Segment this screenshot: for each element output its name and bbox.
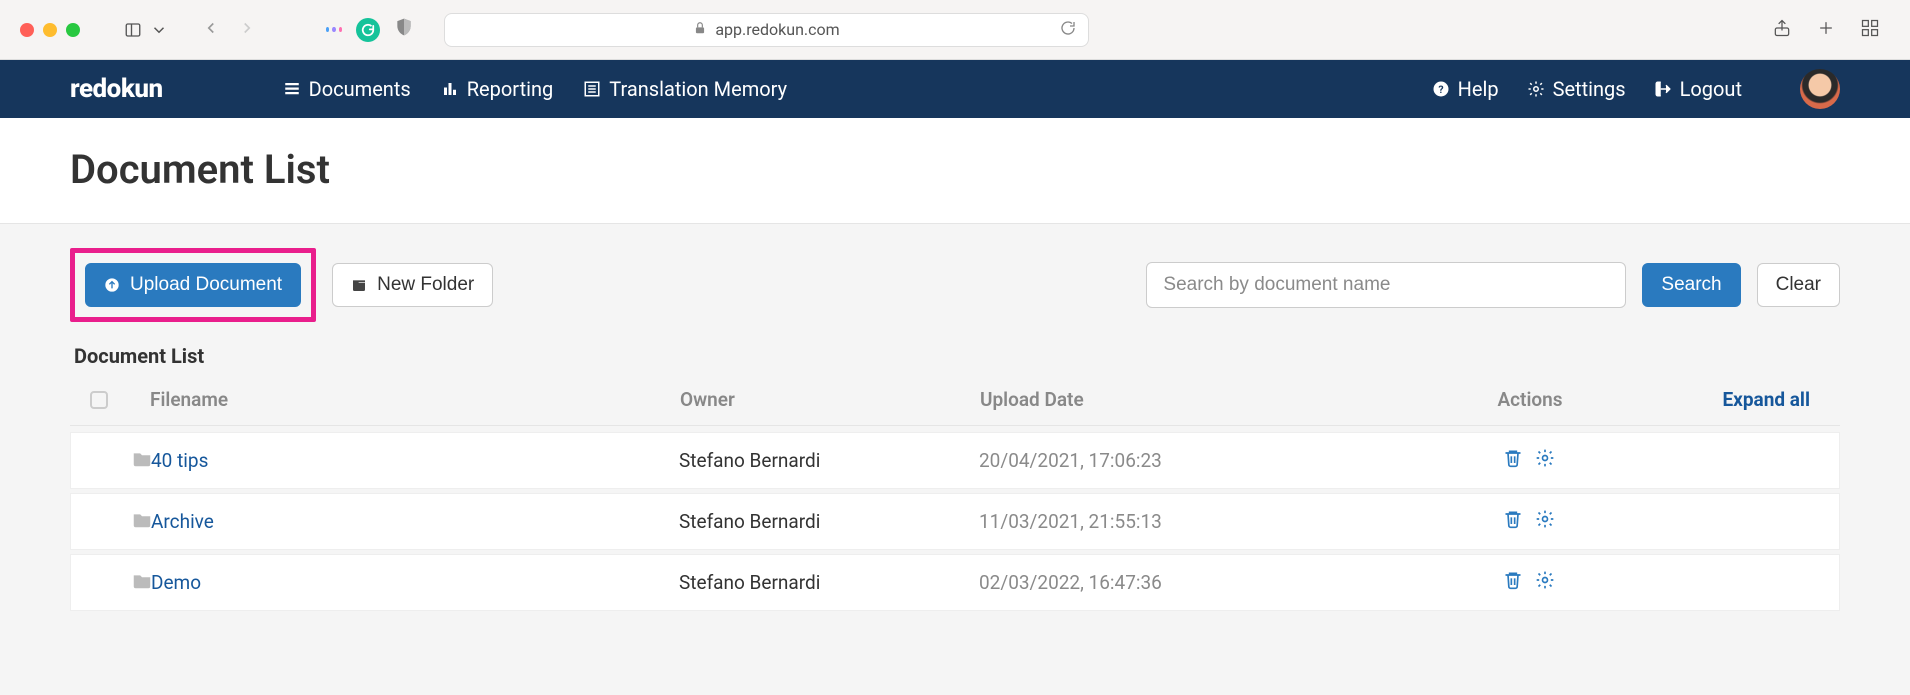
extension-dots-icon[interactable] [326, 22, 342, 38]
gear-icon[interactable] [1535, 509, 1555, 534]
page-header: Document List [0, 118, 1910, 223]
row-actions [1439, 509, 1619, 534]
nav-forward-icon[interactable] [238, 18, 256, 42]
nav-items: Documents Reporting Translation Memory [283, 77, 787, 101]
toolbar-area: Upload Document New Folder Search Clear … [0, 223, 1910, 621]
privacy-shield-icon[interactable] [394, 17, 414, 42]
traffic-lights [20, 23, 80, 37]
row-actions [1439, 448, 1619, 473]
avatar[interactable] [1800, 69, 1840, 109]
doc-table: Filename Owner Upload Date Actions Expan… [70, 374, 1840, 611]
search-button[interactable]: Search [1642, 263, 1740, 307]
window-minimize-icon[interactable] [43, 23, 57, 37]
upload-date-cell: 11/03/2021, 21:55:13 [979, 510, 1439, 533]
window-close-icon[interactable] [20, 23, 34, 37]
app-navbar: redokun Documents Reporting Translation … [0, 60, 1910, 118]
owner-cell: Stefano Bernardi [679, 571, 979, 594]
nav-documents-label: Documents [309, 77, 411, 101]
new-folder-label: New Folder [377, 274, 474, 296]
gear-icon[interactable] [1535, 570, 1555, 595]
upload-document-label: Upload Document [130, 274, 282, 296]
nav-reporting-label: Reporting [467, 77, 554, 101]
upload-date-cell: 20/04/2021, 17:06:23 [979, 449, 1439, 472]
nav-settings[interactable]: Settings [1527, 77, 1626, 101]
upload-highlight: Upload Document [70, 248, 316, 322]
nav-documents[interactable]: Documents [283, 77, 411, 101]
expand-all-link[interactable]: Expand all [1620, 388, 1820, 411]
sidebar-toggle-group [120, 17, 172, 43]
address-url: app.redokun.com [715, 20, 839, 39]
toolbar: Upload Document New Folder Search Clear [70, 248, 1840, 322]
address-bar[interactable]: app.redokun.com [444, 13, 1089, 47]
chrome-right-controls [1772, 18, 1890, 42]
grammarly-icon[interactable] [356, 18, 380, 42]
nav-logout[interactable]: Logout [1654, 77, 1742, 101]
nav-reporting[interactable]: Reporting [441, 77, 554, 101]
row-actions [1439, 570, 1619, 595]
nav-back-icon[interactable] [202, 18, 220, 42]
nav-settings-label: Settings [1553, 77, 1626, 101]
new-tab-icon[interactable] [1816, 18, 1836, 42]
search-button-label: Search [1661, 274, 1721, 296]
clear-button[interactable]: Clear [1757, 263, 1840, 307]
table-row: 40 tips Stefano Bernardi 20/04/2021, 17:… [70, 432, 1840, 489]
gear-icon[interactable] [1535, 448, 1555, 473]
nav-tm-label: Translation Memory [609, 77, 787, 101]
delete-icon[interactable] [1503, 570, 1523, 595]
window-maximize-icon[interactable] [66, 23, 80, 37]
col-upload-date: Upload Date [980, 388, 1440, 411]
table-row: Archive Stefano Bernardi 11/03/2021, 21:… [70, 493, 1840, 550]
col-owner: Owner [680, 388, 980, 411]
col-actions: Actions [1440, 388, 1620, 411]
reload-icon[interactable] [1060, 20, 1076, 40]
upload-date-cell: 02/03/2022, 16:47:36 [979, 571, 1439, 594]
nav-logout-label: Logout [1680, 77, 1742, 101]
lock-icon [693, 20, 707, 39]
nav-help[interactable]: ? Help [1432, 77, 1499, 101]
select-all-checkbox[interactable] [90, 391, 108, 409]
filename-link[interactable]: Archive [151, 510, 679, 533]
delete-icon[interactable] [1503, 509, 1523, 534]
upload-document-button[interactable]: Upload Document [85, 263, 301, 307]
browser-chrome: app.redokun.com [0, 0, 1910, 60]
extension-group [326, 17, 414, 42]
nav-help-label: Help [1458, 77, 1499, 101]
owner-cell: Stefano Bernardi [679, 449, 979, 472]
filename-link[interactable]: Demo [151, 571, 679, 594]
clear-button-label: Clear [1776, 274, 1821, 296]
share-icon[interactable] [1772, 18, 1792, 42]
table-row: Demo Stefano Bernardi 02/03/2022, 16:47:… [70, 554, 1840, 611]
doclist-section-title: Document List [74, 344, 1840, 368]
brand-logo[interactable]: redokun [70, 74, 163, 104]
delete-icon[interactable] [1503, 448, 1523, 473]
doc-header: Filename Owner Upload Date Actions Expan… [70, 374, 1840, 426]
sidebar-icon[interactable] [120, 17, 146, 43]
page-title: Document List [70, 146, 1840, 193]
search-input[interactable] [1146, 262, 1626, 308]
nav-right: ? Help Settings Logout [1432, 69, 1840, 109]
nav-arrows [202, 18, 256, 42]
owner-cell: Stefano Bernardi [679, 510, 979, 533]
svg-text:?: ? [1438, 83, 1443, 96]
new-folder-button[interactable]: New Folder [332, 263, 493, 307]
filename-link[interactable]: 40 tips [151, 449, 679, 472]
col-filename: Filename [150, 388, 680, 411]
tabs-grid-icon[interactable] [1860, 18, 1880, 42]
chevron-down-icon[interactable] [146, 17, 172, 43]
nav-translation-memory[interactable]: Translation Memory [583, 77, 787, 101]
